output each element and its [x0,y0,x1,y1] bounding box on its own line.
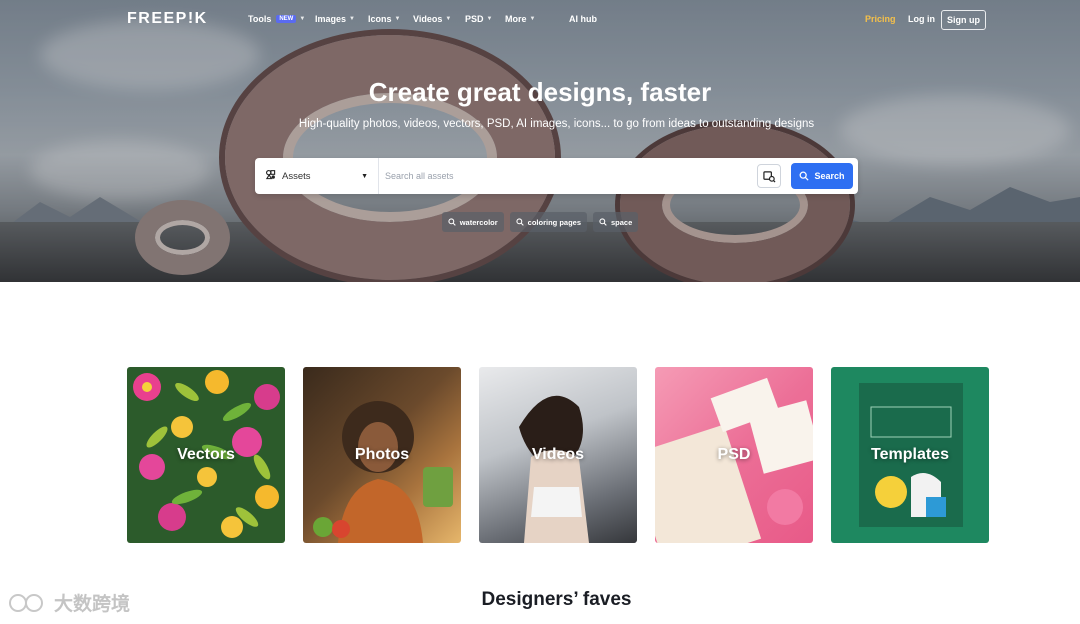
asset-type-label: Assets [282,170,311,182]
search-icon [599,218,607,226]
nav-more-label: More [505,14,527,24]
hero-title: Create great designs, faster [368,77,712,107]
nav-videos-label: Videos [413,14,443,24]
caret-down-icon: ▼ [361,172,368,180]
assets-icon [265,169,276,183]
category-card-psd[interactable]: PSD [655,367,813,543]
freepik-logo[interactable]: FREEP!K [127,10,208,28]
hero-subtitle: High-quality photos, videos, vectors, PS… [298,118,815,130]
nav-psd[interactable]: PSD ▼ [465,14,492,24]
watermark: 大数跨境 [8,589,130,616]
nav-videos[interactable]: Videos ▼ [413,14,451,24]
category-label: Vectors [177,446,235,463]
category-label: Photos [354,446,410,463]
nav-images[interactable]: Images ▼ [315,14,355,24]
tag-space[interactable]: space [593,212,639,232]
nav-more[interactable]: More ▼ [505,14,535,24]
chevron-down-icon: ▼ [486,16,493,22]
nav-images-label: Images [315,14,347,24]
nav-tools[interactable]: Tools NEW ▼ [248,14,305,24]
search-icon [448,218,456,226]
nav-ai-hub[interactable]: AI hub [569,14,597,24]
signup-button[interactable]: Sign up [941,10,986,30]
nav-ai-hub-label: AI hub [569,14,597,24]
tag-coloring-pages[interactable]: coloring pages [509,212,587,232]
chevron-down-icon: ▼ [445,16,452,22]
tag-watercolor[interactable]: watercolor [441,212,504,232]
search-icon [800,171,810,181]
category-card-templates[interactable]: Templates [831,367,989,543]
search-icon [516,218,524,226]
pricing-link[interactable]: Pricing [865,14,896,24]
nav-psd-label: PSD [465,14,484,24]
search-button[interactable]: Search [791,163,853,189]
suggested-tags: watercolor coloring pages space [0,212,1080,232]
chevron-down-icon: ▼ [349,16,355,22]
nav-icons[interactable]: Icons ▼ [368,14,400,24]
tag-label: space [611,217,633,227]
category-label: Templates [871,446,949,463]
category-card-photos[interactable]: Photos [303,367,461,543]
tag-label: watercolor [459,217,498,227]
category-label: Videos [531,446,585,463]
category-card-vectors[interactable]: Vectors [127,367,285,543]
search-bar: Assets ▼ Search [255,158,858,194]
image-search-icon [762,170,775,182]
login-link[interactable]: Log in [908,14,935,24]
tag-label: coloring pages [527,217,581,227]
nav-icons-label: Icons [368,14,392,24]
chevron-down-icon: ▼ [529,16,536,22]
hero-banner [0,0,1080,282]
hero-overlay [0,0,1080,282]
image-search-button[interactable] [757,164,781,188]
new-badge: NEW [276,15,297,23]
nav-tools-label: Tools [248,14,272,24]
search-input[interactable] [379,171,757,181]
category-label: PSD [717,446,751,463]
watermark-logo-icon [9,593,43,612]
asset-type-dropdown[interactable]: Assets ▼ [255,158,379,194]
watermark-text: 大数跨境 [54,594,131,615]
chevron-down-icon: ▼ [394,16,401,22]
section-title: Designers’ faves [481,589,632,610]
category-card-videos[interactable]: Videos [479,367,637,543]
category-cards: Vectors Photos Videos PSD Templates [127,367,989,543]
search-button-label: Search [814,171,845,181]
top-navigation: FREEP!K Tools NEW ▼ Images ▼ Icons ▼ Vid… [0,0,1080,40]
chevron-down-icon: ▼ [299,16,306,22]
